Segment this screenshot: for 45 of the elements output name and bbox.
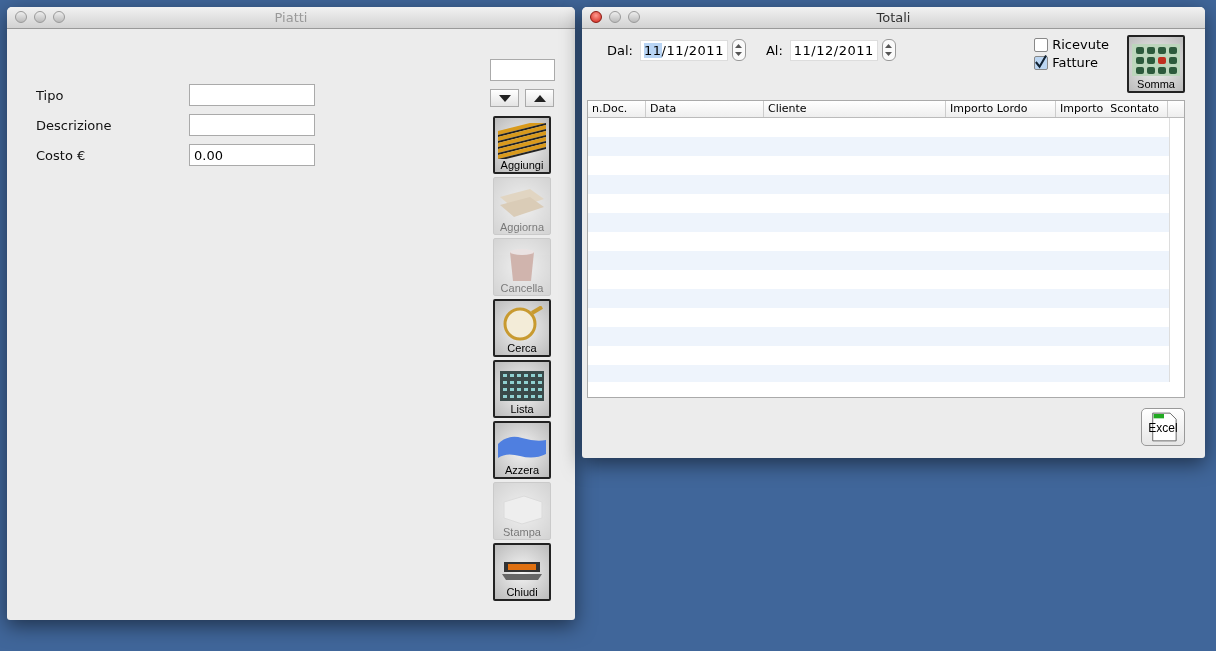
toolbar-button[interactable]: Lista: [493, 360, 551, 418]
date-field[interactable]: 11/12/2011: [789, 40, 878, 61]
column-header[interactable]: Importo Scontato: [1056, 101, 1168, 117]
field-label: Costo €: [36, 147, 87, 163]
up-down-arrows-icon: [885, 43, 893, 57]
down-arrow-button[interactable]: [490, 89, 519, 107]
text-field[interactable]: [189, 114, 315, 136]
toolbar-button[interactable]: Azzera: [493, 421, 551, 479]
field-label: Tipo: [36, 87, 65, 103]
excel-button[interactable]: Excel: [1141, 408, 1185, 446]
column-header[interactable]: Cliente: [764, 101, 946, 117]
text-field[interactable]: [189, 84, 315, 106]
spreadsheet-file-icon: [1151, 411, 1177, 443]
close-button[interactable]: [590, 11, 602, 23]
column-header[interactable]: Data: [646, 101, 764, 117]
zoom-button[interactable]: [628, 11, 640, 23]
checkbox[interactable]: [1034, 37, 1049, 52]
toolbar-button[interactable]: Aggiungi: [493, 116, 551, 174]
calculator-icon: [1130, 42, 1182, 78]
zoom-button[interactable]: [53, 11, 65, 23]
toolbar-button[interactable]: Cerca: [493, 299, 551, 357]
search-field[interactable]: [489, 59, 555, 81]
checkbox-label: Ricevute: [1052, 37, 1109, 52]
down-triangle-icon: [498, 94, 511, 102]
toolbar-button[interactable]: Chiudi: [493, 543, 551, 601]
checkbox-label: Fatture: [1052, 55, 1098, 70]
column-header[interactable]: n.Doc.: [588, 101, 646, 117]
checkbox[interactable]: [1034, 55, 1049, 70]
field-label: Descrizione: [36, 117, 113, 133]
striped-folders-icon: [496, 123, 548, 159]
text-field[interactable]: 0.00: [189, 144, 315, 166]
column-header[interactable]: Importo Lordo: [946, 101, 1056, 117]
minimize-button[interactable]: [34, 11, 46, 23]
up-arrow-button[interactable]: [525, 89, 554, 107]
up-down-arrows-icon: [735, 43, 743, 57]
window-title: Totali: [876, 10, 911, 25]
window-title: Piatti: [274, 10, 308, 25]
minimize-button[interactable]: [609, 11, 621, 23]
date-field[interactable]: 11/11/2011: [639, 40, 728, 61]
date-label: Dal:: [607, 43, 633, 58]
date-label: Al:: [765, 43, 783, 58]
up-triangle-icon: [533, 94, 546, 102]
sum-button[interactable]: Somma: [1127, 35, 1185, 93]
stepper[interactable]: [731, 39, 746, 61]
stepper[interactable]: [881, 39, 896, 61]
